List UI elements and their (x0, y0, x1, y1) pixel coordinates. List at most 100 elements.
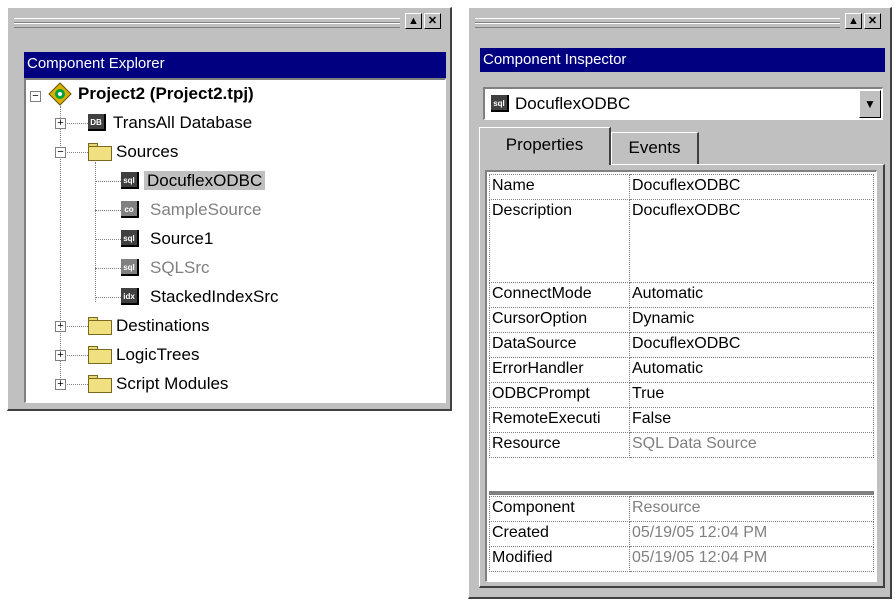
sources-collapse-icon[interactable]: − (55, 147, 66, 158)
explorer-grip[interactable] (14, 23, 400, 28)
property-key: Description (489, 199, 630, 283)
info-key: Created (489, 521, 630, 547)
tree-item-sqlsrc[interactable]: SQLSrc (150, 254, 210, 282)
tree-item-samplesource[interactable]: SampleSource (150, 196, 262, 224)
scriptmodules-label: Script Modules (116, 374, 229, 393)
sqlsrc-label: SQLSrc (150, 258, 210, 277)
property-row-resource[interactable]: Resource SQL Data Source (489, 432, 874, 458)
property-key: Name (489, 174, 630, 200)
property-value[interactable]: Automatic (629, 357, 874, 383)
folder-icon (88, 346, 112, 364)
co-icon: co (121, 201, 139, 218)
tree-item-stackedindexsrc[interactable]: StackedIndexSrc (150, 283, 279, 311)
tree-item-logictrees[interactable]: LogicTrees (116, 341, 199, 369)
property-row-remoteexecution[interactable]: RemoteExecuti False (489, 407, 874, 433)
folder-icon (88, 317, 112, 335)
idx-icon: idx (121, 288, 139, 305)
info-key: Modified (489, 546, 630, 572)
property-row-connectmode[interactable]: ConnectMode Automatic (489, 282, 874, 308)
tree-connector (95, 162, 96, 302)
property-value[interactable]: True (629, 382, 874, 408)
database-icon: DB (88, 114, 106, 131)
property-row-cursoroption[interactable]: CursorOption Dynamic (489, 307, 874, 333)
explorer-title: Component Explorer (24, 52, 446, 78)
sql-icon: sql (121, 259, 139, 276)
tree-connector (95, 268, 121, 269)
project-label: Project2 (Project2.tpj) (78, 84, 254, 103)
property-row-description[interactable]: Description DocuflexODBC (489, 199, 874, 283)
project-icon (48, 82, 72, 106)
explorer-tree: − Project2 (Project2.tpj) + DB TransAll … (24, 78, 446, 403)
tree-item-source1[interactable]: Source1 (150, 225, 213, 253)
property-value[interactable]: DocuflexODBC (629, 332, 874, 358)
tab-events[interactable]: Events (611, 132, 699, 164)
property-key: ConnectMode (489, 282, 630, 308)
property-row-datasource[interactable]: DataSource DocuflexODBC (489, 332, 874, 358)
destinations-label: Destinations (116, 316, 210, 335)
info-value: 05/19/05 12:04 PM (629, 521, 874, 547)
tree-item-sources[interactable]: Sources (116, 138, 178, 166)
info-value: Resource (629, 496, 874, 522)
folder-icon (88, 375, 112, 393)
property-key: Resource (489, 432, 630, 458)
component-explorer-panel: ▲ ✕ Component Explorer − Project2 (Proje… (7, 7, 452, 411)
info-row-modified: Modified 05/19/05 12:04 PM (489, 546, 874, 572)
project-collapse-icon[interactable]: − (30, 91, 41, 102)
chevron-down-icon[interactable]: ▼ (859, 90, 881, 118)
sql-icon: sql (121, 230, 139, 247)
tab-properties[interactable]: Properties (479, 127, 611, 165)
scriptmodules-expand-icon[interactable]: + (55, 379, 66, 390)
info-table: Component Resource Created 05/19/05 12:0… (489, 496, 874, 572)
tree-connector (95, 181, 121, 182)
inspector-close-button[interactable]: ✕ (864, 13, 881, 29)
property-key: ODBCPrompt (489, 382, 630, 408)
property-value[interactable]: Automatic (629, 282, 874, 308)
transall-label: TransAll Database (113, 113, 253, 132)
tree-item-destinations[interactable]: Destinations (116, 312, 210, 340)
property-value: SQL Data Source (629, 432, 874, 458)
info-key: Component (489, 496, 630, 522)
explorer-minimize-button[interactable]: ▲ (405, 13, 422, 29)
properties-table: Name DocuflexODBC Description DocuflexOD… (489, 174, 874, 458)
sources-label: Sources (116, 142, 179, 161)
logictrees-label: LogicTrees (116, 345, 200, 364)
logictrees-expand-icon[interactable]: + (55, 350, 66, 361)
component-inspector-panel: ▲ ✕ Component Inspector sql DocuflexODBC… (468, 7, 892, 599)
property-row-name[interactable]: Name DocuflexODBC (489, 174, 874, 200)
property-key: RemoteExecuti (489, 407, 630, 433)
info-row-created: Created 05/19/05 12:04 PM (489, 521, 874, 547)
property-row-odbcprompt[interactable]: ODBCPrompt True (489, 382, 874, 408)
component-select[interactable]: sql DocuflexODBC ▼ (483, 87, 883, 120)
property-row-errorhandler[interactable]: ErrorHandler Automatic (489, 357, 874, 383)
explorer-close-button[interactable]: ✕ (424, 13, 441, 29)
tree-item-docuflexodbc[interactable]: DocuflexODBC (144, 167, 266, 195)
property-value[interactable]: DocuflexODBC (629, 174, 874, 200)
inspector-grip[interactable] (475, 23, 840, 28)
property-key: DataSource (489, 332, 630, 358)
docuflexodbc-label: DocuflexODBC (144, 171, 266, 190)
sql-icon: sql (491, 95, 509, 112)
tree-connector (95, 239, 121, 240)
tree-item-scriptmodules[interactable]: Script Modules (116, 370, 228, 398)
info-row-component: Component Resource (489, 496, 874, 522)
samplesource-label: SampleSource (150, 200, 262, 219)
tree-item-transall[interactable]: TransAll Database (113, 109, 252, 137)
component-select-value: DocuflexODBC (515, 94, 631, 113)
tree-connector (95, 297, 121, 298)
property-value[interactable]: Dynamic (629, 307, 874, 333)
tree-connector (60, 106, 61, 326)
property-value[interactable]: DocuflexODBC (629, 199, 874, 283)
property-grid: Name DocuflexODBC Description DocuflexOD… (485, 170, 877, 582)
property-value[interactable]: False (629, 407, 874, 433)
property-key: ErrorHandler (489, 357, 630, 383)
info-value: 05/19/05 12:04 PM (629, 546, 874, 572)
stackedindexsrc-label: StackedIndexSrc (150, 287, 279, 306)
property-separator (489, 491, 874, 495)
transall-expand-icon[interactable]: + (55, 118, 66, 129)
source1-label: Source1 (150, 229, 214, 248)
inspector-minimize-button[interactable]: ▲ (845, 13, 862, 29)
folder-open-icon (88, 143, 112, 161)
tree-connector (95, 210, 121, 211)
inspector-title: Component Inspector (480, 48, 885, 72)
tree-item-project[interactable]: Project2 (Project2.tpj) (78, 80, 254, 108)
